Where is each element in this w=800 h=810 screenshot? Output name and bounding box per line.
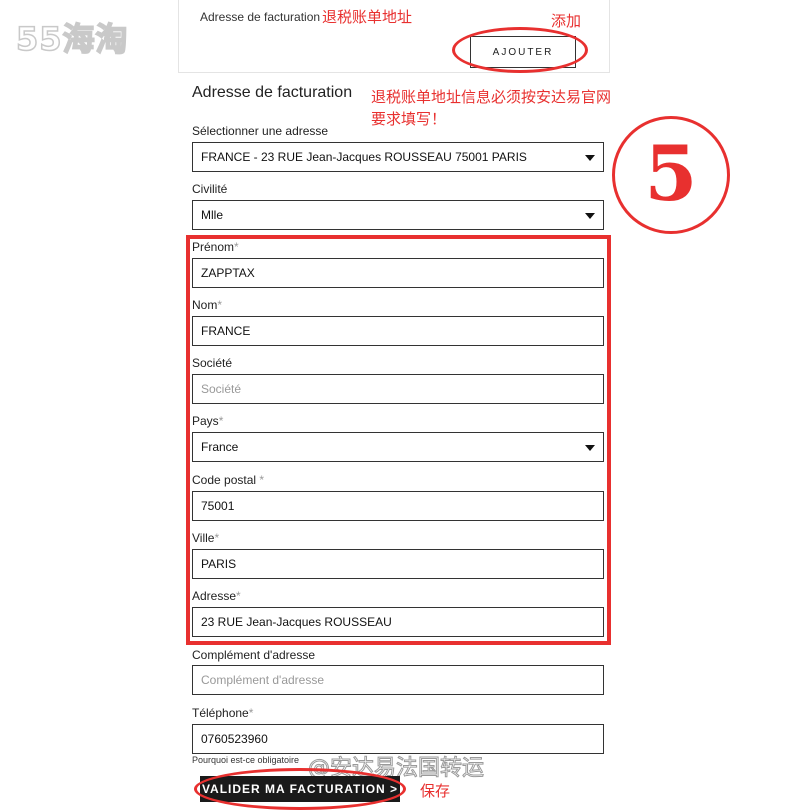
civilite-value: Mlle — [201, 208, 224, 222]
civilite-label: Civilité — [192, 182, 228, 196]
annotation-save: 保存 — [420, 782, 451, 800]
annotation-fill-line2: 要求填写！ — [371, 110, 447, 128]
code-postal-input[interactable]: 75001 — [192, 491, 604, 521]
code-postal-label: Code postal * — [192, 473, 265, 487]
select-address-value: FRANCE - 23 RUE Jean-Jacques ROUSSEAU 75… — [201, 150, 527, 164]
annotation-billing-address: 退税账单地址 — [322, 8, 413, 26]
nom-input[interactable]: FRANCE — [192, 316, 604, 346]
select-address-dropdown[interactable]: FRANCE - 23 RUE Jean-Jacques ROUSSEAU 75… — [192, 142, 604, 172]
step-number-circle: 5 — [612, 116, 730, 234]
form-title: Adresse de facturation — [192, 84, 353, 101]
telephone-label: Téléphone* — [192, 706, 254, 720]
societe-label: Société — [192, 356, 233, 370]
adresse-input[interactable]: 23 RUE Jean-Jacques ROUSSEAU — [192, 607, 604, 637]
civilite-dropdown[interactable]: Mlle — [192, 200, 604, 230]
prenom-label: Prénom* — [192, 240, 239, 254]
watermark-logo: 55海淘 — [15, 19, 129, 59]
complement-label: Complément d'adresse — [192, 648, 316, 662]
adresse-label: Adresse* — [192, 589, 241, 603]
billing-header-label: Adresse de facturation — [200, 10, 321, 24]
annotation-fill-line1: 退税账单地址信息必须按安达易官网 — [371, 88, 612, 106]
ville-input[interactable]: PARIS — [192, 549, 604, 579]
nom-label: Nom* — [192, 298, 223, 312]
pays-label: Pays* — [192, 414, 224, 428]
phone-required-note[interactable]: Pourquoi est-ce obligatoire — [192, 755, 299, 765]
pays-value: France — [201, 440, 239, 454]
societe-input[interactable]: Société — [192, 374, 604, 404]
ajouter-highlight-ellipse — [452, 27, 588, 73]
select-address-label: Sélectionner une adresse — [192, 124, 329, 138]
pays-dropdown[interactable]: France — [192, 432, 604, 462]
annotation-add: 添加 — [551, 12, 582, 30]
valider-highlight-ellipse — [194, 768, 406, 810]
prenom-input[interactable]: ZAPPTAX — [192, 258, 604, 288]
complement-input[interactable]: Complément d'adresse — [192, 665, 604, 695]
ville-label: Ville* — [192, 531, 220, 545]
